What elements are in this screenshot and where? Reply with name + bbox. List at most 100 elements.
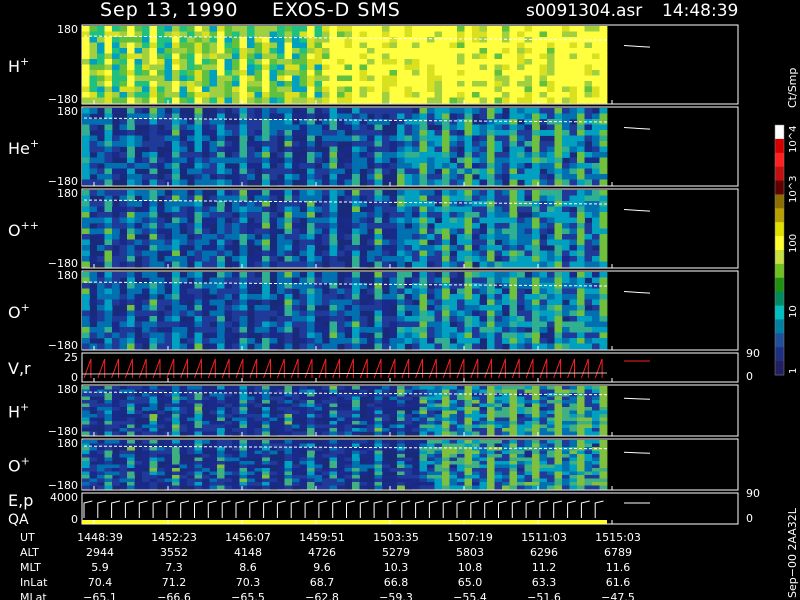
spectrogram-cell xyxy=(127,223,135,229)
spectrogram-cell xyxy=(224,157,233,164)
spectrogram-cell xyxy=(524,195,533,202)
spectrogram-cell xyxy=(412,234,420,240)
spectrogram-cell xyxy=(269,261,278,268)
spectrogram-cell xyxy=(292,26,300,32)
spectrogram-cell xyxy=(419,26,428,32)
spectrogram-cell xyxy=(172,108,180,114)
spectrogram-cell xyxy=(554,48,563,54)
spectrogram-cell xyxy=(419,228,428,235)
spectrogram-cell xyxy=(359,223,368,229)
spectrogram-cell xyxy=(209,195,218,202)
spectrogram-cell xyxy=(562,42,570,49)
spectrogram-cell xyxy=(104,70,113,76)
spectrogram-cell xyxy=(337,31,345,38)
spectrogram-cell xyxy=(179,428,188,432)
spectrogram-cell xyxy=(532,396,540,401)
spectrogram-cell xyxy=(82,396,90,401)
spectrogram-cell xyxy=(517,410,525,415)
spectrogram-cell xyxy=(217,428,225,432)
spectrogram-cell xyxy=(532,124,540,131)
spectrogram-cell xyxy=(299,261,308,268)
spectrogram-cell xyxy=(584,414,593,418)
spectrogram-cell xyxy=(389,223,398,229)
spectrogram-cell xyxy=(194,48,203,54)
spectrogram-cell xyxy=(487,338,495,344)
spectrogram-cell xyxy=(104,440,113,444)
spectrogram-cell xyxy=(307,97,315,104)
spectrogram-cell xyxy=(142,92,150,98)
spectrogram-cell xyxy=(299,475,308,479)
spectrogram-cell xyxy=(97,26,105,32)
spectrogram-cell xyxy=(277,261,285,268)
spectrogram-cell xyxy=(299,277,308,284)
spectrogram-cell xyxy=(539,53,548,60)
spectrogram-cell xyxy=(427,478,435,483)
spectrogram-cell xyxy=(187,135,195,142)
spectrogram-cell xyxy=(547,130,555,136)
spectrogram-cell xyxy=(554,75,563,82)
spectrogram-cell xyxy=(494,410,503,415)
spectrogram-cell xyxy=(112,141,120,147)
spectrogram-cell xyxy=(97,217,105,224)
spectrogram-cell xyxy=(412,343,420,350)
spectrogram-cell xyxy=(262,321,270,328)
spectrogram-cell xyxy=(449,389,458,394)
spectrogram-cell xyxy=(539,206,548,213)
spectrogram-cell xyxy=(112,108,120,114)
spectrogram-cell xyxy=(487,26,495,32)
spectrogram-cell xyxy=(584,195,593,202)
spectrogram-cell xyxy=(397,53,405,60)
spectrogram-cell xyxy=(172,464,180,469)
spectrogram-cell xyxy=(209,141,218,147)
spectrogram-cell xyxy=(397,417,405,422)
spectrogram-cell xyxy=(112,217,120,224)
spectrogram-cell xyxy=(127,92,135,98)
spectrogram-cell xyxy=(427,396,435,401)
spectrogram-cell xyxy=(104,228,113,235)
spectrogram-cell xyxy=(232,113,240,120)
spectrogram-cell xyxy=(479,234,488,240)
spectrogram-cell xyxy=(97,92,105,98)
spectrogram-cell xyxy=(329,321,338,328)
spectrogram-cell xyxy=(142,86,150,93)
spectrogram-cell xyxy=(119,97,128,104)
spectrogram-cell xyxy=(97,81,105,87)
spectrogram-cell xyxy=(172,461,180,465)
spectrogram-cell xyxy=(307,414,315,418)
spectrogram-cell xyxy=(202,135,210,142)
spectrogram-cell xyxy=(374,86,383,93)
spectrogram-cell xyxy=(187,239,195,246)
spectrogram-cell xyxy=(442,403,450,408)
spectrogram-cell xyxy=(547,299,555,306)
spectrogram-cell xyxy=(172,454,180,458)
spectrogram-cell xyxy=(232,305,240,311)
spectrogram-cell xyxy=(397,305,405,311)
spectrogram-cell xyxy=(509,212,518,218)
spectrogram-cell xyxy=(509,146,518,153)
spectrogram-cell xyxy=(172,386,180,390)
spectrogram-cell xyxy=(172,417,180,422)
spectrogram-cell xyxy=(209,119,218,125)
spectrogram-cell xyxy=(562,234,570,240)
spectrogram-cell xyxy=(397,217,405,224)
spectrogram-cell xyxy=(479,407,488,411)
spectrogram-cell xyxy=(592,288,600,295)
spectrogram-cell xyxy=(352,305,360,311)
spectrogram-cell xyxy=(442,332,450,339)
spectrogram-cell xyxy=(89,457,98,462)
spectrogram-cell xyxy=(442,195,450,202)
spectrogram-cell xyxy=(329,338,338,344)
spectrogram-cell xyxy=(367,454,375,458)
spectrogram-cell xyxy=(262,53,270,60)
spectrogram-cell xyxy=(367,403,375,408)
spectrogram-cell xyxy=(277,92,285,98)
spectrogram-cell xyxy=(569,141,578,147)
spectrogram-cell xyxy=(494,48,503,54)
spectrogram-cell xyxy=(427,454,435,458)
spectrogram-cell xyxy=(164,239,173,246)
spectrogram-cell xyxy=(202,130,210,136)
spectrogram-cell xyxy=(442,59,450,65)
spectrogram-cell xyxy=(157,321,165,328)
spectrogram-cell xyxy=(112,86,120,93)
spectrogram-cell xyxy=(584,396,593,401)
